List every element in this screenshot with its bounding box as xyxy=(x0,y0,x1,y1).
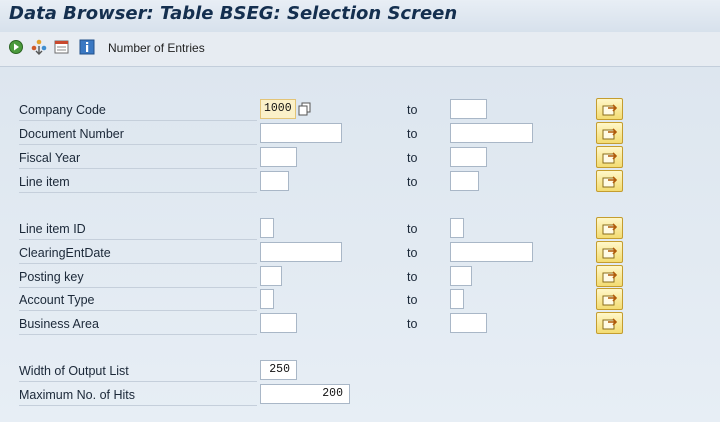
field-label-posting-key: Posting key xyxy=(19,268,257,288)
line-item-id-to-input[interactable] xyxy=(450,218,464,238)
arrow-right-icon xyxy=(602,104,618,116)
to-label: to xyxy=(407,222,418,236)
field-label-account-type: Account Type xyxy=(19,291,257,311)
arrow-right-icon xyxy=(602,176,618,188)
multiple-selection-button[interactable] xyxy=(596,217,623,239)
to-label: to xyxy=(407,293,418,307)
width-of-output-list-input[interactable]: 250 xyxy=(260,360,297,380)
delete-entry-icon[interactable] xyxy=(54,39,70,55)
document-number-from-input[interactable] xyxy=(260,123,342,143)
field-label-fiscal-year: Fiscal Year xyxy=(19,149,257,169)
arrow-right-icon xyxy=(602,223,618,235)
to-label: to xyxy=(407,246,418,260)
field-label-business-area: Business Area xyxy=(19,315,257,335)
field-label-document-number: Document Number xyxy=(19,125,257,145)
field-label-line-item: Line item xyxy=(19,173,257,193)
title-bar: Data Browser: Table BSEG: Selection Scre… xyxy=(0,0,720,32)
execute-icon[interactable] xyxy=(8,39,24,55)
multiple-selection-button[interactable] xyxy=(596,288,623,310)
window-title: Data Browser: Table BSEG: Selection Scre… xyxy=(9,3,458,24)
maximum-hits-label: Maximum No. of Hits xyxy=(19,386,257,406)
fiscal-year-from-input[interactable] xyxy=(260,147,297,167)
arrow-right-icon xyxy=(602,294,618,306)
to-label: to xyxy=(407,175,418,189)
arrow-right-icon xyxy=(602,318,618,330)
multiple-selection-button[interactable] xyxy=(596,122,623,144)
clearing-ent-date-to-input[interactable] xyxy=(450,242,533,262)
company-code-to-input[interactable] xyxy=(450,99,487,119)
copy-icon[interactable] xyxy=(298,102,312,116)
line-item-id-from-input[interactable] xyxy=(260,218,274,238)
posting-key-from-input[interactable] xyxy=(260,266,282,286)
document-number-to-input[interactable] xyxy=(450,123,533,143)
to-label: to xyxy=(407,270,418,284)
line-item-from-input[interactable] xyxy=(260,171,289,191)
multiple-selection-button[interactable] xyxy=(596,265,623,287)
clearing-ent-date-from-input[interactable] xyxy=(260,242,342,262)
field-label-company-code: Company Code xyxy=(19,101,257,121)
width-of-output-list-label: Width of Output List xyxy=(19,362,257,382)
business-area-to-input[interactable] xyxy=(450,313,487,333)
to-label: to xyxy=(407,317,418,331)
info-icon[interactable] xyxy=(79,39,95,55)
arrow-right-icon xyxy=(602,152,618,164)
multiple-selection-button[interactable] xyxy=(596,98,623,120)
account-type-from-input[interactable] xyxy=(260,289,274,309)
multiple-selection-button[interactable] xyxy=(596,170,623,192)
multiple-selection-button[interactable] xyxy=(596,312,623,334)
maximum-hits-input[interactable]: 200 xyxy=(260,384,350,404)
arrow-right-icon xyxy=(602,128,618,140)
posting-key-to-input[interactable] xyxy=(450,266,472,286)
account-type-to-input[interactable] xyxy=(450,289,464,309)
application-toolbar: Number of Entries xyxy=(0,32,720,67)
arrow-right-icon xyxy=(602,247,618,259)
arrow-right-icon xyxy=(602,271,618,283)
to-label: to xyxy=(407,151,418,165)
company-code-from-input[interactable]: 1000 xyxy=(260,99,296,119)
line-item-to-input[interactable] xyxy=(450,171,479,191)
multiple-selection-icon[interactable] xyxy=(31,39,47,55)
field-label-clearing-ent-date: ClearingEntDate xyxy=(19,244,257,264)
to-label: to xyxy=(407,103,418,117)
fiscal-year-to-input[interactable] xyxy=(450,147,487,167)
multiple-selection-button[interactable] xyxy=(596,241,623,263)
business-area-from-input[interactable] xyxy=(260,313,297,333)
number-of-entries-button[interactable]: Number of Entries xyxy=(108,41,205,55)
to-label: to xyxy=(407,127,418,141)
field-label-line-item-id: Line item ID xyxy=(19,220,257,240)
multiple-selection-button[interactable] xyxy=(596,146,623,168)
